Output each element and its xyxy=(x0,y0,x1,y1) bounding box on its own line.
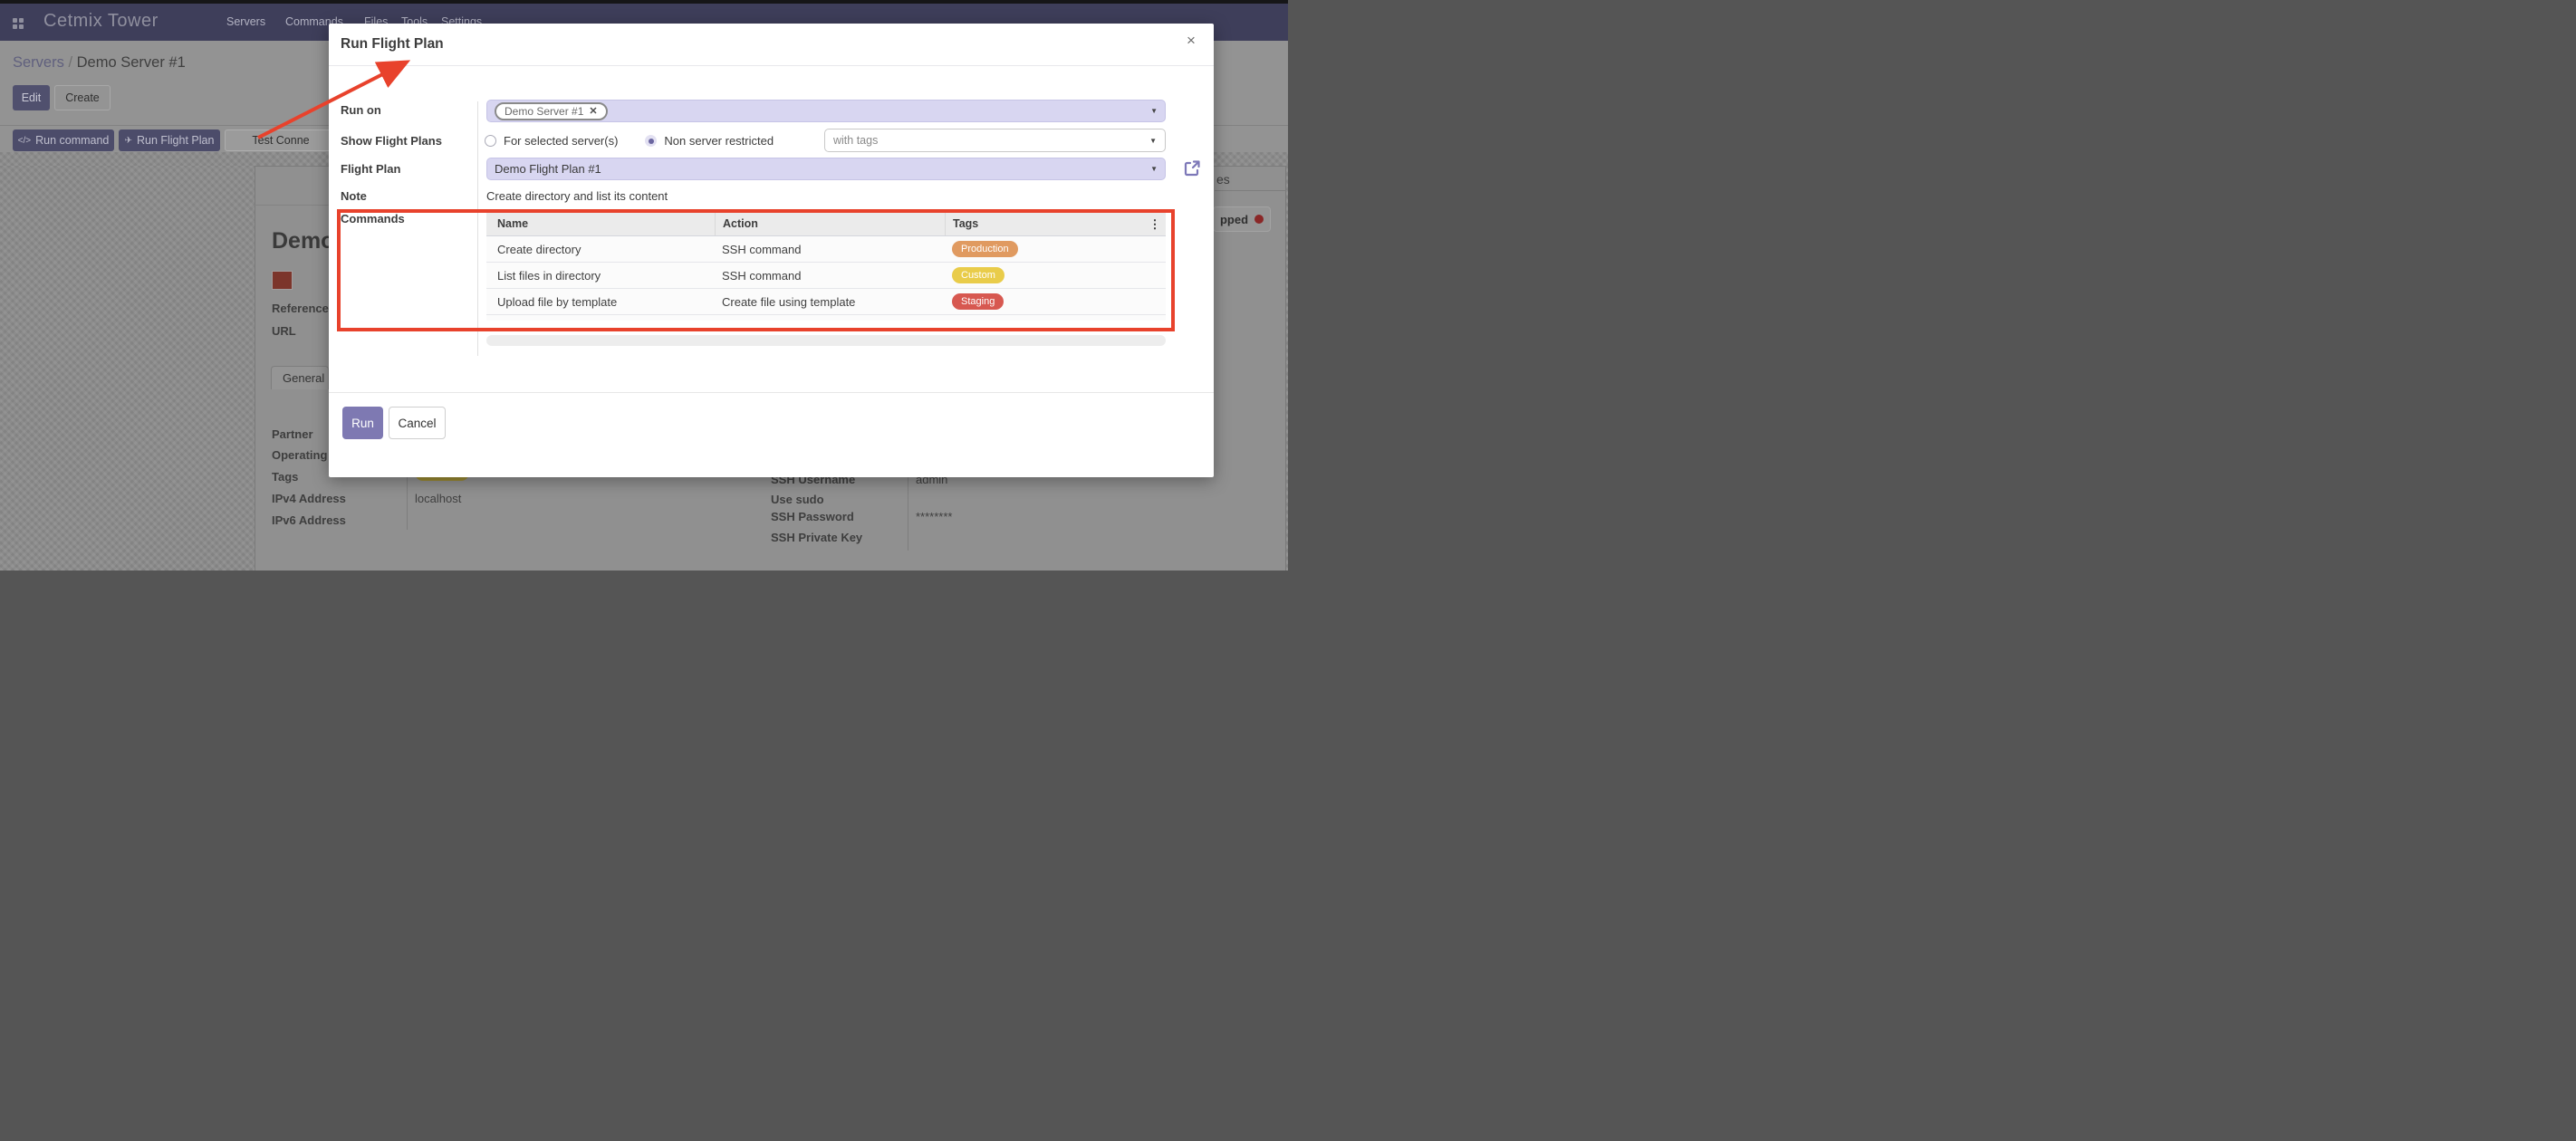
page-hatch-right xyxy=(1286,166,1288,570)
ipv6-label: IPv6 Address xyxy=(272,513,346,527)
table-options-kebab-icon[interactable]: ⋮ xyxy=(1144,218,1166,230)
tab-general[interactable]: General xyxy=(271,366,329,389)
column-tags[interactable]: Tags xyxy=(945,212,1144,235)
run-on-label: Run on xyxy=(341,103,381,117)
ipv4-value: localhost xyxy=(415,492,461,505)
breadcrumb-current: Demo Server #1 xyxy=(77,54,186,71)
run-command-button[interactable]: </> Run command xyxy=(13,129,114,151)
breadcrumb-separator: / xyxy=(68,54,76,71)
radio-label-non-server-restricted[interactable]: Non server restricted xyxy=(664,134,774,148)
sheet-divider xyxy=(255,205,329,206)
tag-badge: Production xyxy=(952,241,1018,257)
status-stopped-dot xyxy=(1254,215,1264,224)
tag-remove-icon[interactable]: ✕ xyxy=(589,105,597,117)
close-icon[interactable]: × xyxy=(1187,33,1196,48)
table-row[interactable]: Create directory SSH command Production xyxy=(486,236,1166,263)
show-flight-plans-label: Show Flight Plans xyxy=(341,134,442,148)
ssh-password-value: ******** xyxy=(916,510,952,523)
server-color-swatch[interactable] xyxy=(272,271,293,290)
dialog-label-divider xyxy=(477,101,478,356)
flight-plan-select[interactable]: Demo Flight Plan #1 ▼ xyxy=(486,158,1166,180)
app-window: Cetmix Tower Servers Commands Files Tool… xyxy=(0,0,1288,570)
column-name[interactable]: Name xyxy=(486,217,715,230)
tag-badge: Staging xyxy=(952,293,1004,310)
run-on-input[interactable]: Demo Server #1 ✕ ▼ xyxy=(486,100,1166,122)
page-hatch-left xyxy=(0,166,255,570)
horizontal-scrollbar[interactable] xyxy=(486,335,1166,346)
cancel-button[interactable]: Cancel xyxy=(389,407,446,439)
show-flight-plans-radiogroup: For selected server(s) Non server restri… xyxy=(485,129,774,152)
breadcrumb: Servers / Demo Server #1 xyxy=(13,54,186,72)
server-name-heading: Demo xyxy=(272,228,330,257)
chevron-down-icon: ▼ xyxy=(1150,165,1158,173)
server-status-button[interactable]: pped xyxy=(1213,206,1271,232)
note-label: Note xyxy=(341,189,367,203)
breadcrumb-servers-link[interactable]: Servers xyxy=(13,54,64,71)
table-row[interactable]: List files in directory SSH command Cust… xyxy=(486,263,1166,289)
run-button[interactable]: Run xyxy=(342,407,383,439)
use-sudo-label: Use sudo xyxy=(771,493,824,506)
commands-label: Commands xyxy=(341,212,405,225)
reference-label: Reference xyxy=(272,302,329,315)
nav-item-servers[interactable]: Servers xyxy=(226,15,265,28)
radio-for-selected-servers[interactable] xyxy=(485,135,496,147)
plane-icon: ✈ xyxy=(125,136,132,146)
run-flight-plan-dialog: Run Flight Plan × Run on Show Flight Pla… xyxy=(329,24,1214,477)
code-icon: </> xyxy=(18,136,31,146)
external-link-icon[interactable] xyxy=(1184,159,1201,177)
dialog-header-divider xyxy=(329,65,1214,66)
with-tags-select[interactable]: with tags ▼ xyxy=(824,129,1166,152)
dialog-title: Run Flight Plan xyxy=(341,36,444,53)
radio-label-for-selected-servers[interactable]: For selected server(s) xyxy=(504,134,618,148)
ssh-private-key-label: SSH Private Key xyxy=(771,531,862,544)
commands-table: Name Action Tags ⋮ Create directory SSH … xyxy=(486,212,1166,321)
partner-label: Partner xyxy=(272,427,313,441)
run-flight-plan-button[interactable]: ✈ Run Flight Plan xyxy=(119,129,220,151)
tag-badge: Custom xyxy=(952,267,1004,283)
create-button[interactable]: Create xyxy=(54,85,111,110)
dialog-footer-divider xyxy=(329,392,1214,393)
ipv4-label: IPv4 Address xyxy=(272,492,346,505)
ssh-password-label: SSH Password xyxy=(771,510,854,523)
brand-title: Cetmix Tower xyxy=(43,11,159,32)
commands-table-header: Name Action Tags ⋮ xyxy=(486,212,1166,236)
flight-plan-label: Flight Plan xyxy=(341,162,400,176)
server-tag-pill[interactable]: Demo Server #1 ✕ xyxy=(495,102,608,120)
edit-button[interactable]: Edit xyxy=(13,85,50,110)
url-label: URL xyxy=(272,324,296,338)
tags-label: Tags xyxy=(272,470,298,484)
background-tab-fragment: es xyxy=(1216,172,1230,187)
chevron-down-icon: ▼ xyxy=(1149,137,1157,145)
test-connection-button[interactable]: Test Conne xyxy=(225,129,337,151)
radio-non-server-restricted[interactable] xyxy=(645,135,657,147)
background-tab-underline xyxy=(1215,190,1286,191)
table-row[interactable]: Upload file by template Create file usin… xyxy=(486,289,1166,315)
column-action[interactable]: Action xyxy=(715,212,945,235)
note-value: Create directory and list its content xyxy=(486,189,668,203)
apps-grid-icon[interactable] xyxy=(13,18,24,30)
chevron-down-icon: ▼ xyxy=(1150,107,1158,115)
status-text-fragment: pped xyxy=(1220,213,1248,226)
